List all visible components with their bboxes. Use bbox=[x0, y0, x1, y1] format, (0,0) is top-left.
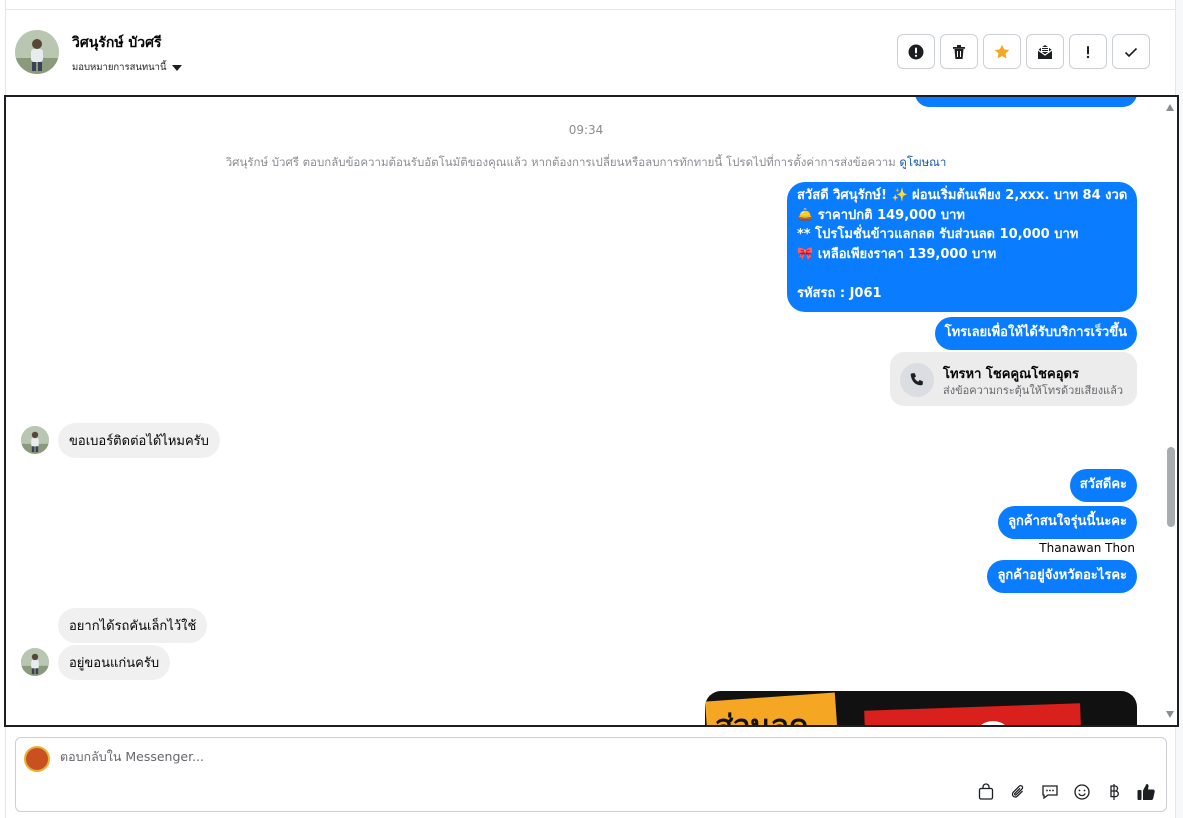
check-icon bbox=[1124, 47, 1138, 57]
thread-scrollbar[interactable] bbox=[1163, 97, 1177, 725]
delete-button[interactable] bbox=[940, 34, 978, 69]
reply-composer bbox=[15, 737, 1167, 812]
mark-unread-button[interactable] bbox=[1026, 34, 1064, 69]
image-attachment[interactable]: ส่วนลด bbox=[705, 691, 1137, 727]
incoming-message-bubble[interactable]: ขอเบอร์ติดต่อได้ไหมครับ bbox=[58, 423, 220, 458]
assign-conversation-label: มอบหมายการสนทนานี้ bbox=[72, 62, 167, 73]
assign-conversation-dropdown[interactable]: มอบหมายการสนทนานี้ bbox=[72, 60, 182, 75]
view-ad-link[interactable]: ดูโฆษณา bbox=[899, 155, 946, 169]
incoming-message-bubble[interactable]: อยากได้รถคันเล็กไว้ใช้ bbox=[58, 608, 208, 643]
promo-message-bubble[interactable]: สวัสดี วิศนุรักษ์! ✨ ผ่อนเริ่มต้นเพียง 2… bbox=[787, 182, 1137, 312]
image-banner-text: ส่วนลด bbox=[715, 709, 809, 727]
baht-icon bbox=[1110, 784, 1119, 800]
scroll-down-arrow-icon[interactable] bbox=[1166, 711, 1174, 718]
mark-done-button[interactable] bbox=[1112, 34, 1150, 69]
reply-input[interactable] bbox=[60, 749, 960, 764]
incoming-message-bubble[interactable]: อยู่ขอนแก่นครับ bbox=[58, 645, 171, 680]
trash-icon bbox=[953, 44, 965, 59]
promo-line: 🎀 เหลือเพียงราคา 139,000 บาท bbox=[797, 246, 997, 262]
call-card-subtitle: ส่งข้อความกระตุ้นให้โทรด้วยเสียงแล้ว bbox=[943, 384, 1124, 397]
composer-tools bbox=[976, 781, 1156, 803]
system-message-text: วิศนุรักษ์ บัวศรี ตอบกลับข้อความต้อนรับอ… bbox=[225, 155, 896, 169]
call-button-card[interactable]: โทรหา โชคคูณโชคอุดร ส่งข้อความกระตุ้นให้… bbox=[890, 352, 1137, 406]
scroll-up-arrow-icon[interactable] bbox=[1166, 104, 1174, 111]
saved-replies-button[interactable] bbox=[1040, 781, 1060, 803]
message-thread[interactable]: 09:34 วิศนุรักษ์ บัวศรี ตอบกลับข้อความต้… bbox=[4, 95, 1179, 727]
system-message: วิศนุรักษ์ บัวศรี ตอบกลับข้อความต้อนรับอ… bbox=[6, 154, 1166, 172]
conversation-header: วิศนุรักษ์ บัวศรี มอบหมายการสนทนานี้ bbox=[6, 10, 1176, 94]
star-icon bbox=[994, 44, 1010, 58]
scrollbar-thumb[interactable] bbox=[1167, 447, 1175, 527]
smiley-icon bbox=[1074, 784, 1090, 800]
exclamation-icon bbox=[1086, 45, 1090, 58]
page-avatar bbox=[24, 746, 50, 772]
message-timestamp: 09:34 bbox=[568, 123, 604, 137]
contact-avatar-small bbox=[21, 648, 49, 676]
outgoing-message-bubble[interactable]: สวัสดีคะ bbox=[1069, 469, 1137, 502]
caret-down-icon bbox=[171, 65, 182, 71]
shop-bag-button[interactable] bbox=[976, 781, 996, 803]
contact-avatar-small bbox=[21, 426, 49, 454]
contact-name[interactable]: วิศนุรักษ์ บัวศรี bbox=[72, 32, 162, 54]
attach-button[interactable] bbox=[1008, 781, 1028, 803]
promo-line: รหัสรถ : J061 bbox=[797, 285, 882, 301]
emoji-button[interactable] bbox=[1072, 781, 1092, 803]
image-banner-red bbox=[864, 703, 1082, 725]
promo-line: ** โปรโมชั่นข้าวแลกลด รับส่วนลด 10,000 บ… bbox=[797, 227, 1079, 242]
follow-up-button[interactable] bbox=[1069, 34, 1107, 69]
call-prompt-bubble[interactable]: โทรเลยเพื่อให้ได้รับบริการเร็วขึ้น bbox=[934, 317, 1137, 350]
star-button[interactable] bbox=[983, 34, 1021, 69]
outgoing-message-bubble[interactable]: ลูกค้าสนใจรุ่นนี้นะคะ bbox=[998, 506, 1137, 539]
promo-line bbox=[797, 264, 1127, 284]
shopping-bag-icon bbox=[978, 783, 994, 800]
header-actions bbox=[897, 34, 1150, 69]
like-button[interactable] bbox=[1136, 781, 1156, 803]
previous-message-bubble[interactable] bbox=[915, 97, 1137, 107]
envelope-open-icon bbox=[1037, 44, 1053, 59]
paperclip-icon bbox=[1011, 785, 1024, 798]
promo-line: สวัสดี วิศนุรักษ์! ✨ ผ่อนเริ่มต้นเพียง 2… bbox=[797, 188, 1128, 203]
alert-circle-icon bbox=[908, 44, 924, 59]
payment-button[interactable] bbox=[1104, 781, 1124, 803]
phone-icon bbox=[900, 363, 934, 397]
thumbs-up-icon bbox=[1137, 784, 1155, 801]
promo-line: 🛎️ ราคาปกติ 149,000 บาท bbox=[797, 207, 965, 223]
sender-name: Thanawan Thon bbox=[1039, 541, 1135, 555]
outgoing-message-bubble[interactable]: ลูกค้าอยู่จังหวัดอะไรคะ bbox=[987, 560, 1137, 593]
inbox-conversation-pane: วิศนุรักษ์ บัวศรี มอบหมายการสนทนานี้ 09:… bbox=[0, 0, 1183, 818]
chat-bubble-icon bbox=[1042, 785, 1058, 800]
contact-avatar[interactable] bbox=[15, 30, 59, 74]
mark-spam-button[interactable] bbox=[897, 34, 935, 69]
